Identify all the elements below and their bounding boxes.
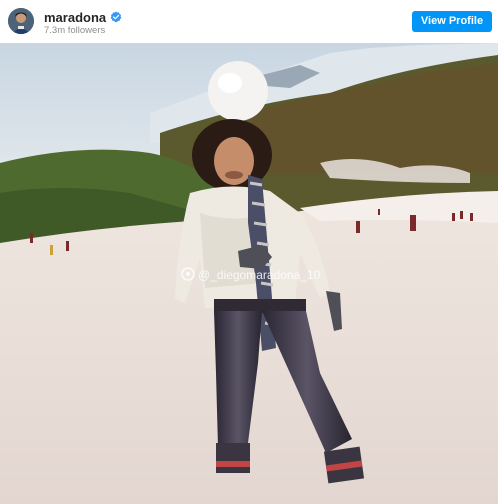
view-profile-button[interactable]: View Profile (412, 11, 492, 32)
follower-count: 7.3m followers (44, 25, 106, 36)
watermark: @_diegomaradona_10 (181, 267, 321, 282)
avatar-image (8, 8, 34, 34)
instagram-embed-card: maradona 7.3m followers View Profile @_d… (0, 0, 498, 504)
post-header: maradona 7.3m followers View Profile (0, 0, 498, 43)
snow-scene-image: @_diegomaradona_10 (0, 43, 498, 504)
post-photo[interactable]: @_diegomaradona_10 (0, 43, 498, 504)
username-row: maradona (44, 9, 122, 25)
verified-badge-icon (110, 11, 122, 23)
watermark-text: @_diegomaradona_10 (198, 268, 321, 282)
username[interactable]: maradona (44, 10, 106, 25)
avatar[interactable] (8, 8, 34, 34)
